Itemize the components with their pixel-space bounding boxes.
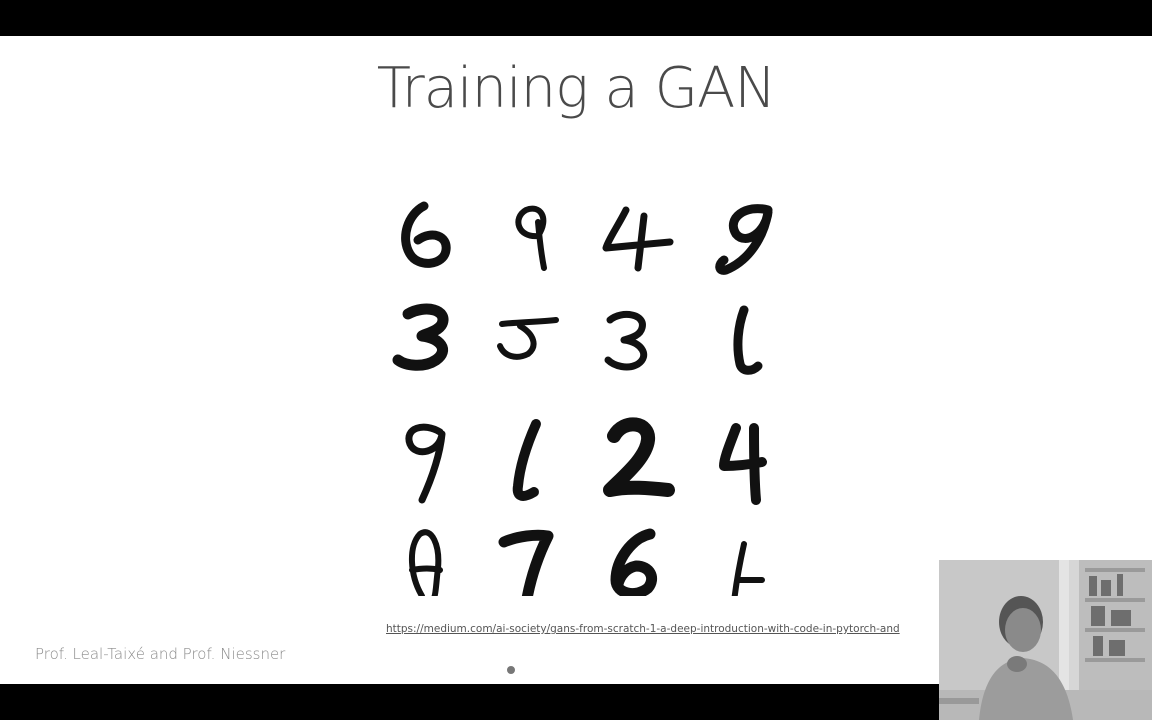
- digit-9: [715, 204, 773, 275]
- digit-2: [603, 417, 675, 497]
- digit-9: [515, 205, 547, 271]
- digit-6: [610, 528, 657, 596]
- digit-8: [408, 529, 443, 596]
- footer-authors: Prof. Leal-Taixé and Prof. Niessner: [35, 645, 286, 663]
- digit-1: [733, 305, 763, 375]
- digit-3: [604, 310, 648, 371]
- source-link[interactable]: https://medium.com/ai-society/gans-from-…: [386, 623, 938, 635]
- slide-title: Training a GAN: [376, 56, 777, 121]
- digit-4: [602, 206, 674, 272]
- presenter-video-image: [939, 560, 1152, 720]
- webcam-overlay: [939, 560, 1152, 720]
- digit-grid: [392, 201, 773, 596]
- digit-6: [401, 201, 451, 268]
- digit-9: [405, 423, 446, 504]
- video-frame: Training a GAN https://medium.com/ai-soc…: [0, 0, 1152, 720]
- generated-digits-figure: [388, 196, 778, 596]
- digit-5: [497, 317, 559, 360]
- digit-4: [719, 423, 767, 505]
- digit-1: [512, 419, 541, 501]
- digit-3: [392, 303, 449, 371]
- pointer-dot: [507, 666, 515, 674]
- digit-7: [498, 529, 554, 596]
- digit-1: [731, 541, 765, 596]
